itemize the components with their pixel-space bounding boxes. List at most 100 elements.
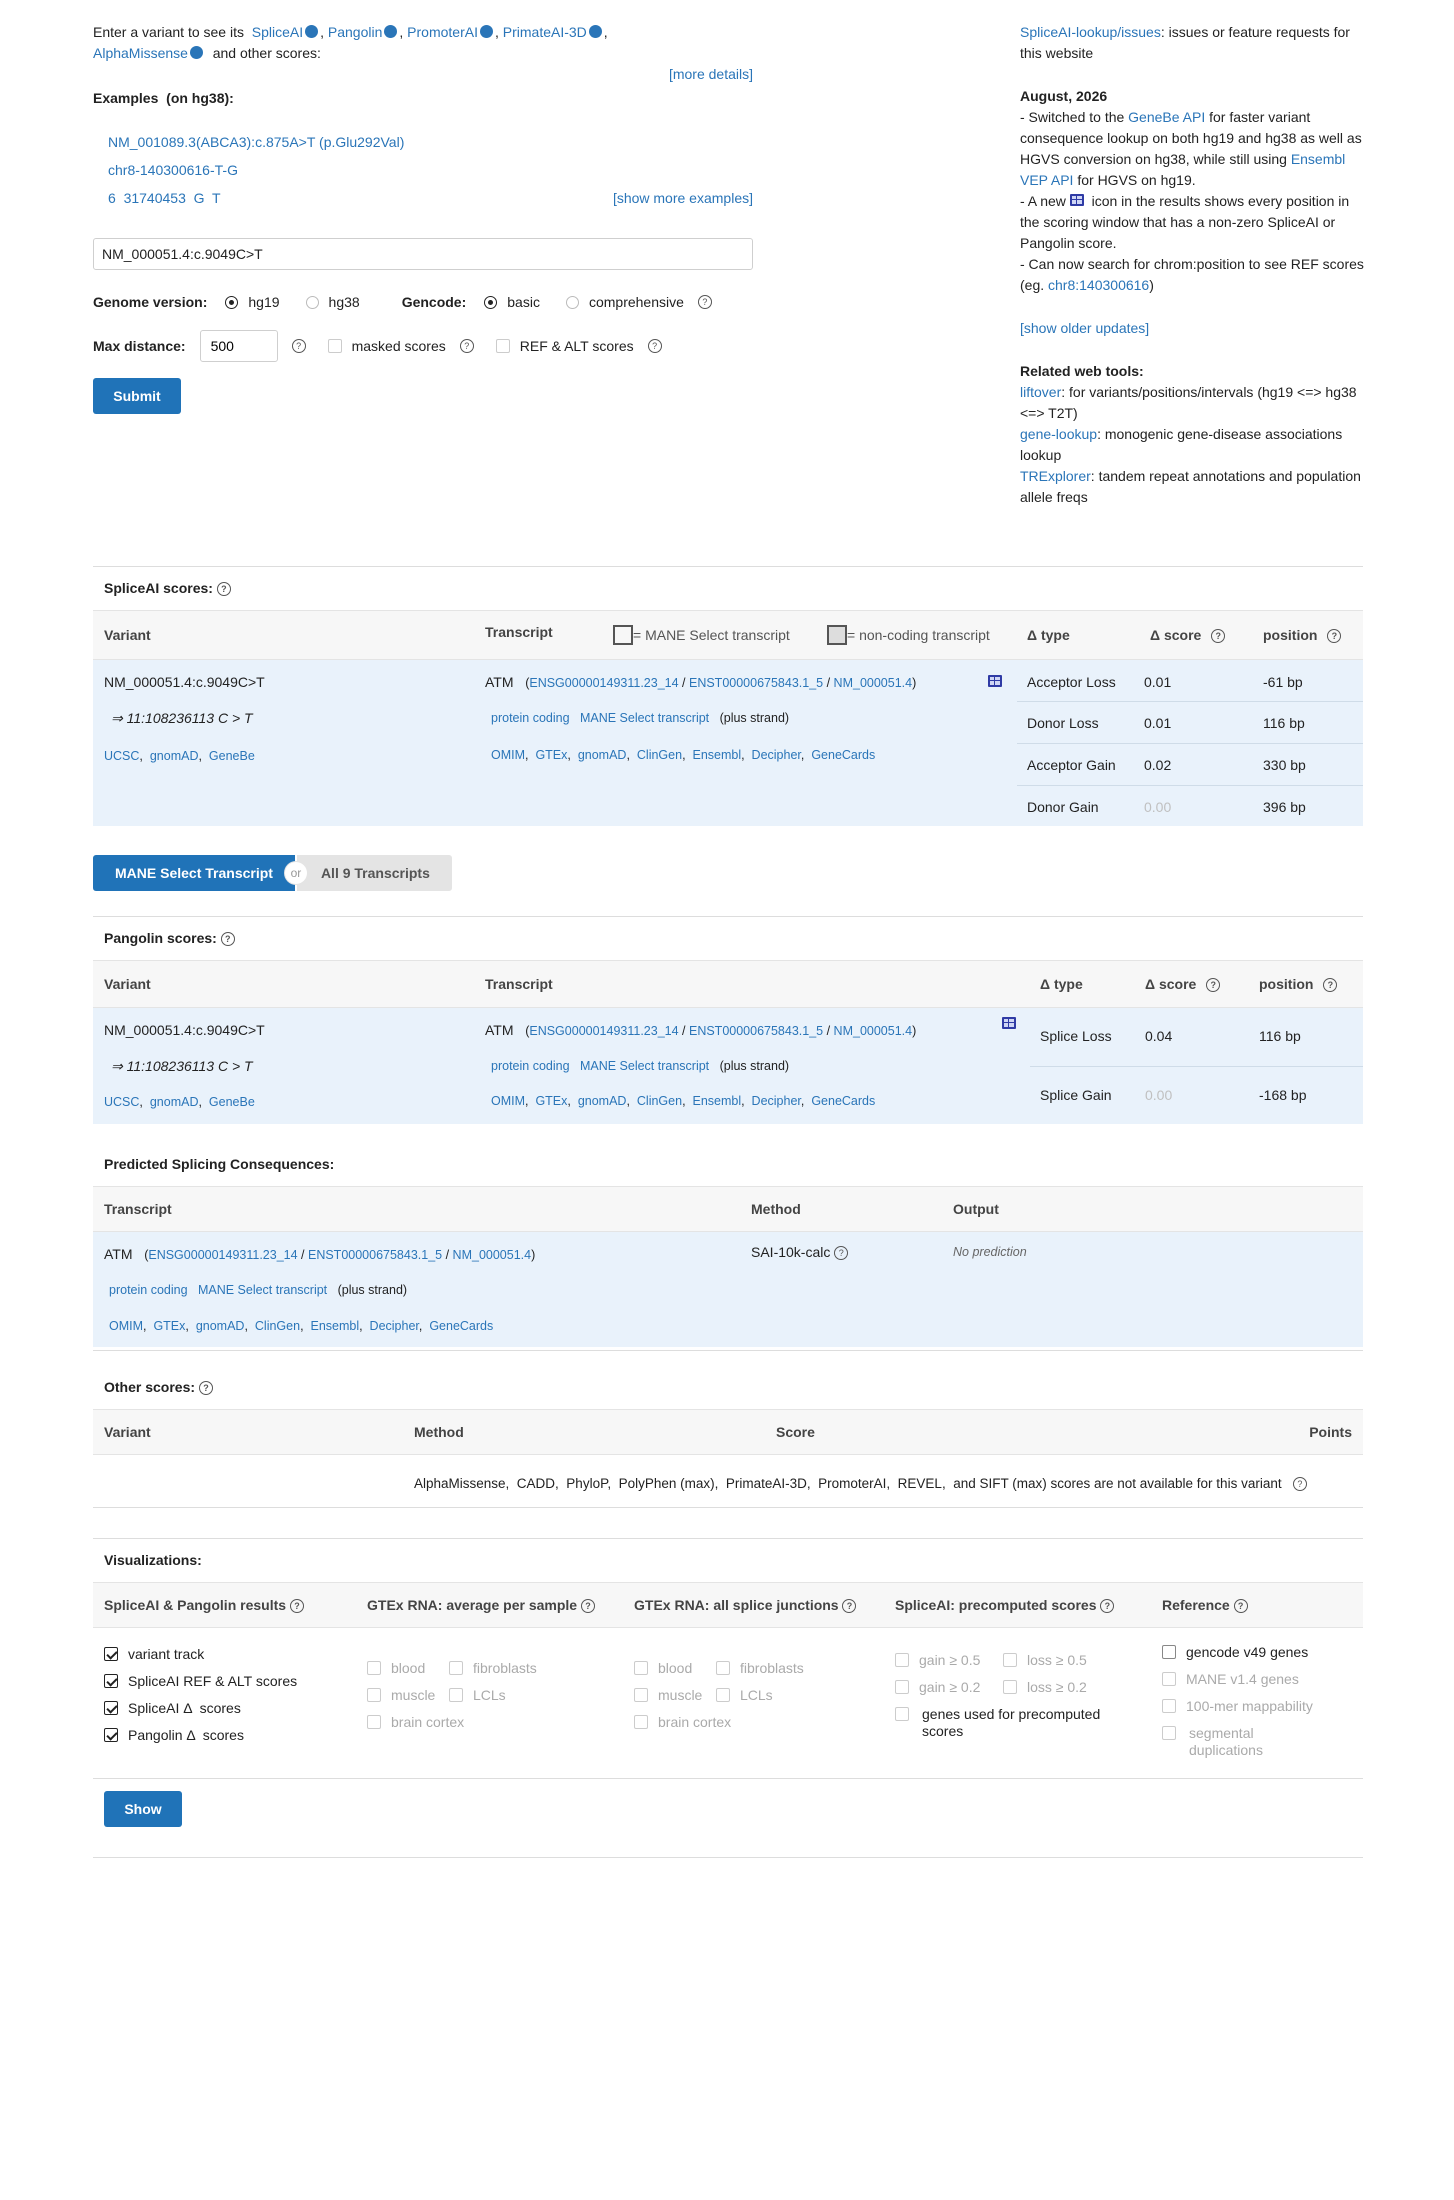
all-transcripts-toggle[interactable]: All 9 Transcripts bbox=[296, 855, 452, 891]
more-details-link[interactable]: [more details] bbox=[669, 66, 753, 82]
pangolin-table-header: Variant Transcript Δ type Δ score ? posi… bbox=[93, 960, 1363, 1008]
help-icon[interactable]: ? bbox=[291, 339, 306, 353]
help-icon[interactable]: ? bbox=[198, 1381, 213, 1395]
help-icon[interactable]: ? bbox=[1206, 978, 1221, 992]
primateai-link[interactable]: PrimateAI-3D bbox=[503, 24, 587, 40]
mappability-checkbox[interactable] bbox=[1162, 1699, 1176, 1713]
position-header: position ? bbox=[1263, 627, 1342, 643]
gtex-junction-blood-checkbox[interactable] bbox=[634, 1661, 648, 1675]
pangolin-delta-checkbox[interactable] bbox=[104, 1728, 118, 1742]
liftover-link[interactable]: liftover bbox=[1020, 384, 1061, 400]
max-distance-input[interactable] bbox=[199, 330, 278, 362]
gene-lookup-link[interactable]: gene-lookup bbox=[1020, 426, 1097, 442]
help-icon[interactable]: ? bbox=[289, 1599, 304, 1613]
masked-scores-checkbox[interactable] bbox=[327, 339, 342, 353]
example-link[interactable]: 6 31740453 G T bbox=[108, 184, 221, 212]
score-row: Acceptor Loss 0.01 -61 bp bbox=[1017, 660, 1363, 702]
help-icon[interactable]: ? bbox=[647, 339, 662, 353]
section-title: SpliceAI scores: ? bbox=[104, 580, 1363, 596]
spliceai-link[interactable]: SpliceAI bbox=[252, 24, 303, 40]
spliceai-row: NM_000051.4:c.9049C>T ⇒ 11:108236113 C >… bbox=[93, 660, 1363, 826]
pangolin-link[interactable]: Pangolin bbox=[328, 24, 383, 40]
divider bbox=[93, 566, 1363, 567]
mane-select-toggle[interactable]: MANE Select Transcript bbox=[93, 855, 295, 891]
gtex-avg-muscle-checkbox[interactable] bbox=[367, 1688, 381, 1702]
help-icon[interactable]: ? bbox=[842, 1599, 857, 1613]
genebe-api-link[interactable]: GeneBe API bbox=[1128, 109, 1205, 125]
news-item: - Can now search for chrom:position to s… bbox=[1020, 256, 1364, 293]
github-icon[interactable] bbox=[305, 25, 319, 38]
hg19-coords: ⇒ 11:108236113 C > T bbox=[111, 710, 253, 726]
help-icon[interactable]: ? bbox=[1211, 629, 1226, 643]
help-icon[interactable]: ? bbox=[220, 932, 235, 946]
ref-alt-checkbox[interactable] bbox=[495, 339, 510, 353]
gtex-avg-brain-checkbox[interactable] bbox=[367, 1715, 381, 1729]
issues-link[interactable]: SpliceAI-lookup/issues bbox=[1020, 24, 1161, 40]
github-icon[interactable] bbox=[588, 25, 602, 38]
gtex-avg-lcls-checkbox[interactable] bbox=[449, 1688, 463, 1702]
help-icon[interactable]: ? bbox=[1323, 978, 1338, 992]
vis-col-head: SpliceAI: precomputed scores ? bbox=[895, 1597, 1115, 1613]
pangolin-scores: Splice Loss 0.04 116 bp Splice Gain 0.00 -16… bbox=[1030, 1008, 1363, 1124]
gtex-avg-blood-checkbox[interactable] bbox=[367, 1661, 381, 1675]
other-row: AlphaMissense, CADD, PhyloP, PolyPhen (m… bbox=[93, 1455, 1363, 1508]
transcript-tags: protein coding MANE Select transcript (p… bbox=[491, 1059, 790, 1073]
grid-icon[interactable] bbox=[988, 674, 1002, 690]
chrom-pos-example-link[interactable]: chr8:140300616 bbox=[1048, 277, 1149, 293]
help-icon[interactable]: ? bbox=[1327, 629, 1342, 643]
show-button[interactable]: Show bbox=[104, 1791, 182, 1827]
spliceai-delta-checkbox[interactable] bbox=[104, 1701, 118, 1715]
example-link[interactable]: NM_001089.3(ABCA3):c.875A>T (p.Glu292Val… bbox=[108, 134, 404, 150]
spliceai-ref-alt-checkbox[interactable] bbox=[104, 1674, 118, 1688]
consequences-row: ATM (ENSG00000149311.23_14 / ENST0000067… bbox=[93, 1232, 1363, 1347]
divider bbox=[93, 1857, 1363, 1858]
gain-02-checkbox[interactable] bbox=[895, 1680, 909, 1694]
score-header: Δ score ? bbox=[1145, 976, 1221, 992]
show-more-examples-link[interactable]: [show more examples] bbox=[613, 184, 753, 212]
grid-icon[interactable] bbox=[1002, 1016, 1016, 1032]
section-title: Visualizations: bbox=[104, 1552, 202, 1568]
variant-search-input[interactable] bbox=[93, 238, 753, 270]
help-icon[interactable]: ? bbox=[580, 1599, 595, 1613]
github-icon[interactable] bbox=[189, 46, 203, 59]
loss-02-checkbox[interactable] bbox=[1003, 1680, 1017, 1694]
gtex-junction-muscle-checkbox[interactable] bbox=[634, 1688, 648, 1702]
variant-track-checkbox[interactable] bbox=[104, 1647, 118, 1661]
consequences-table-header: Transcript Method Output bbox=[93, 1186, 1363, 1232]
section-title: Pangolin scores: ? bbox=[104, 930, 1363, 946]
gtex-junction-brain-checkbox[interactable] bbox=[634, 1715, 648, 1729]
github-icon[interactable] bbox=[479, 25, 493, 38]
basic-radio[interactable] bbox=[484, 295, 498, 309]
hg38-radio[interactable] bbox=[305, 295, 319, 309]
pangolin-section: Pangolin scores: ? Variant Transcript Δ … bbox=[93, 930, 1363, 1124]
comprehensive-radio[interactable] bbox=[565, 295, 579, 309]
help-icon[interactable]: ? bbox=[459, 339, 474, 353]
gain-05-checkbox[interactable] bbox=[895, 1653, 909, 1667]
promoterai-link[interactable]: PromoterAI bbox=[407, 24, 478, 40]
segdup-checkbox[interactable] bbox=[1162, 1726, 1176, 1740]
vis-col-head: GTEx RNA: all splice junctions ? bbox=[634, 1597, 857, 1613]
github-icon[interactable] bbox=[384, 25, 398, 38]
hg19-radio[interactable] bbox=[225, 295, 239, 309]
help-icon[interactable]: ? bbox=[1292, 1477, 1307, 1491]
intro-text: Enter a variant to see its SpliceAI, Pan… bbox=[93, 24, 608, 61]
help-icon[interactable]: ? bbox=[1100, 1599, 1115, 1613]
help-icon[interactable]: ? bbox=[697, 295, 712, 309]
mane-genes-checkbox[interactable] bbox=[1162, 1672, 1176, 1686]
submit-button[interactable]: Submit bbox=[93, 378, 181, 414]
alphamissense-link[interactable]: AlphaMissense bbox=[93, 45, 188, 61]
example-link[interactable]: chr8-140300616-T-G bbox=[108, 162, 238, 178]
trexplorer-link[interactable]: TRExplorer bbox=[1020, 468, 1091, 484]
help-icon[interactable]: ? bbox=[834, 1246, 849, 1260]
consequences-section: Predicted Splicing Consequences: Transcr… bbox=[93, 1156, 1363, 1347]
gencode-genes-checkbox[interactable] bbox=[1162, 1645, 1176, 1659]
older-updates-link[interactable]: [show older updates] bbox=[1020, 320, 1149, 336]
loss-05-checkbox[interactable] bbox=[1003, 1653, 1017, 1667]
gtex-avg-fibroblasts-checkbox[interactable] bbox=[449, 1661, 463, 1675]
gtex-junction-lcls-checkbox[interactable] bbox=[716, 1688, 730, 1702]
help-icon[interactable]: ? bbox=[1233, 1599, 1248, 1613]
gtex-junction-fibroblasts-checkbox[interactable] bbox=[716, 1661, 730, 1675]
precomputed-genes-checkbox[interactable] bbox=[895, 1707, 909, 1721]
help-icon[interactable]: ? bbox=[216, 582, 231, 596]
variant-links: UCSC, gnomAD, GeneBe bbox=[104, 1095, 255, 1109]
